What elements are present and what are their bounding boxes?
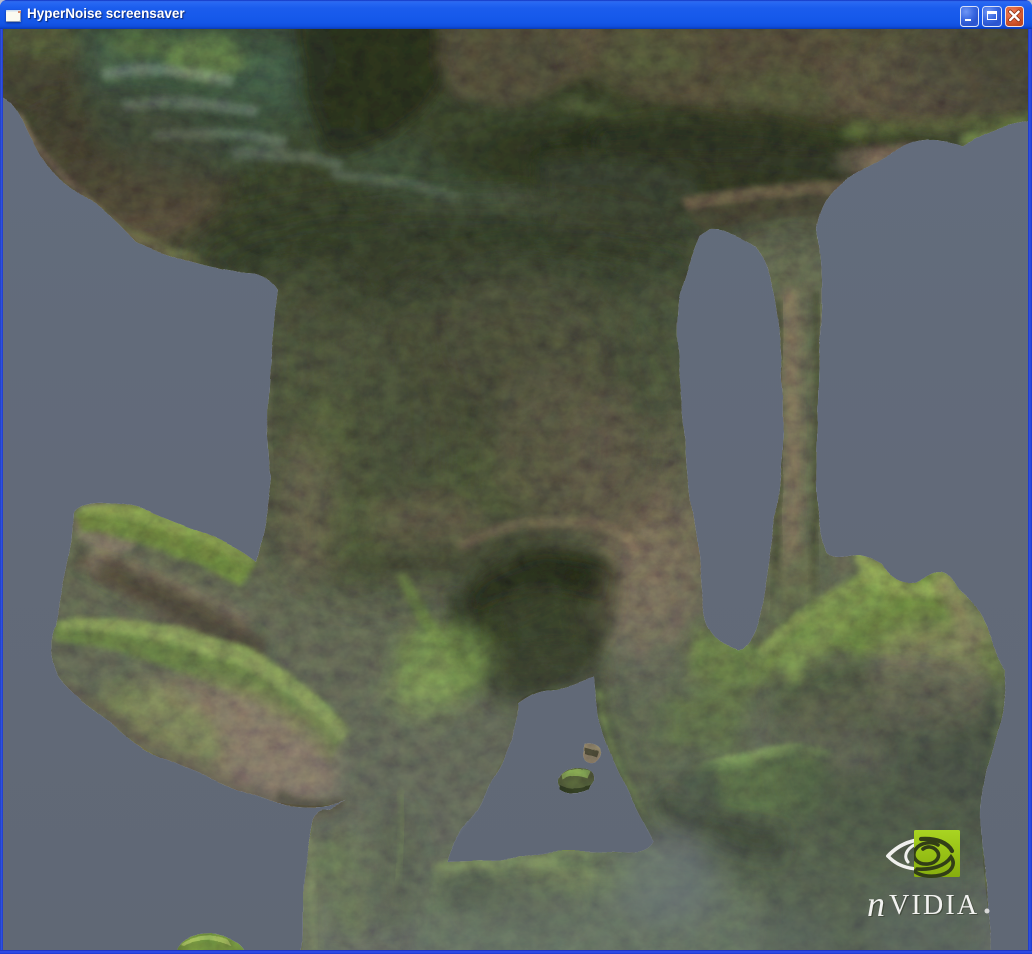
svg-text:VIDIA: VIDIA — [889, 890, 979, 921]
svg-text:n: n — [867, 884, 885, 924]
